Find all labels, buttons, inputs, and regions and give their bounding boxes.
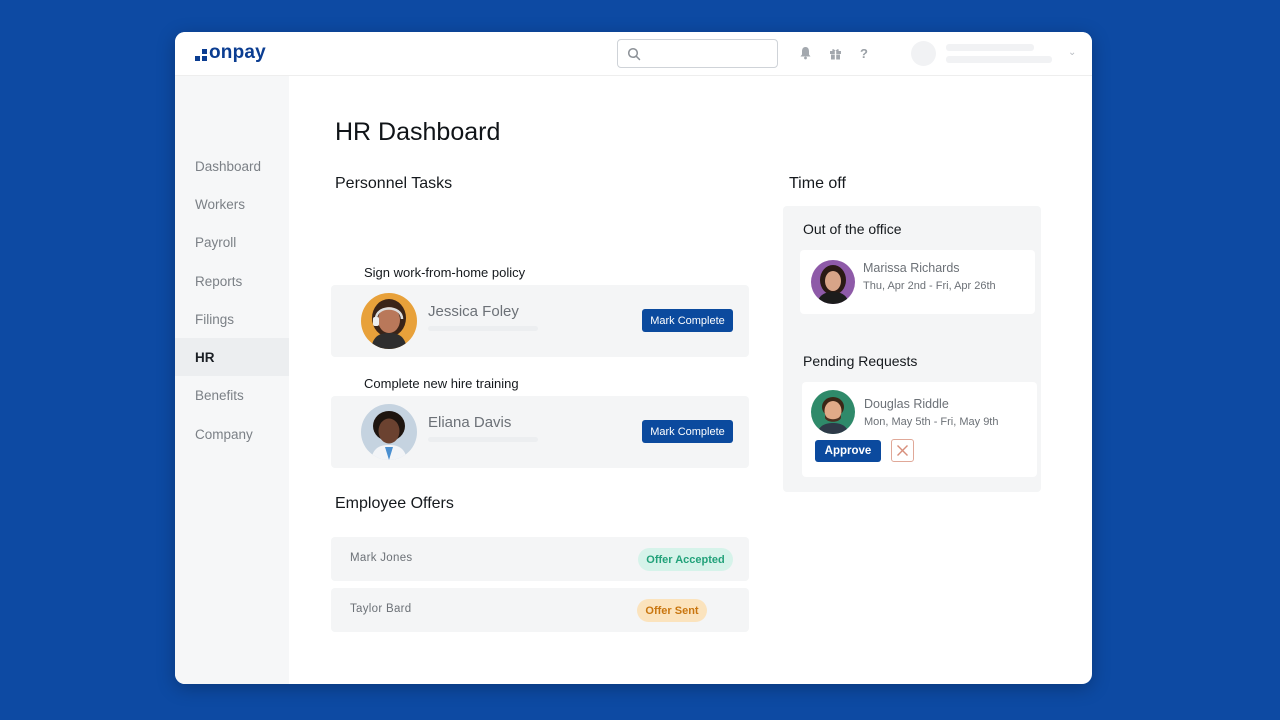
sidebar-item-hr[interactable]: HR xyxy=(175,338,289,376)
search-icon xyxy=(627,47,641,61)
chevron-down-icon[interactable]: ⌄ xyxy=(1068,47,1076,58)
mark-complete-button[interactable]: Mark Complete xyxy=(642,309,733,332)
offer-employee-name: Taylor Bard xyxy=(350,603,412,615)
close-icon xyxy=(897,445,908,456)
sidebar-item-company[interactable]: Company xyxy=(175,415,289,453)
pending-request-card: Douglas Riddle Mon, May 5th - Fri, May 9… xyxy=(802,382,1037,477)
avatar xyxy=(811,390,855,434)
task-label: Complete new hire training xyxy=(364,376,519,391)
status-badge: Offer Accepted xyxy=(638,548,733,571)
time-off-panel: Out of the office Marissa Richards Thu, … xyxy=(783,206,1041,492)
avatar xyxy=(811,260,855,304)
sidebar-item-payroll[interactable]: Payroll xyxy=(175,223,289,261)
pending-request-dates: Mon, May 5th - Fri, May 9th xyxy=(864,416,999,428)
offer-employee-name: Mark Jones xyxy=(350,552,413,564)
sidebar-item-reports[interactable]: Reports xyxy=(175,262,289,300)
task-assignee-subtitle-placeholder xyxy=(428,326,538,331)
sidebar-item-filings[interactable]: Filings xyxy=(175,300,289,338)
avatar xyxy=(361,404,417,460)
time-off-heading: Time off xyxy=(789,175,846,192)
out-of-office-heading: Out of the office xyxy=(803,221,902,237)
avatar xyxy=(361,293,417,349)
task-assignee-subtitle-placeholder xyxy=(428,437,538,442)
sidebar: Dashboard Workers Payroll Reports Filing… xyxy=(175,76,289,684)
out-of-office-dates: Thu, Apr 2nd - Fri, Apr 26th xyxy=(863,280,996,292)
mark-complete-button[interactable]: Mark Complete xyxy=(642,420,733,443)
bell-icon[interactable] xyxy=(797,45,813,61)
task-card: Eliana Davis Mark Complete xyxy=(331,396,749,468)
pending-request-name: Douglas Riddle xyxy=(864,397,949,411)
sidebar-item-workers[interactable]: Workers xyxy=(175,185,289,223)
user-avatar[interactable] xyxy=(911,41,936,66)
page-title: HR Dashboard xyxy=(335,118,501,146)
status-badge: Offer Sent xyxy=(637,599,707,622)
user-name-placeholder xyxy=(946,44,1034,51)
onpay-logo[interactable]: onpay xyxy=(195,42,266,64)
user-company-placeholder xyxy=(946,56,1052,63)
task-assignee-name: Jessica Foley xyxy=(428,303,519,320)
task-assignee-name: Eliana Davis xyxy=(428,414,512,431)
list-item[interactable]: Taylor Bard Offer Sent xyxy=(331,588,749,632)
deny-button[interactable] xyxy=(891,439,914,462)
search-input[interactable] xyxy=(617,39,778,68)
employee-offers-heading: Employee Offers xyxy=(335,495,454,512)
sidebar-item-benefits[interactable]: Benefits xyxy=(175,376,289,414)
approve-button[interactable]: Approve xyxy=(815,440,881,462)
out-of-office-name: Marissa Richards xyxy=(863,261,960,275)
task-label: Sign work-from-home policy xyxy=(364,265,526,280)
personnel-tasks-heading: Personnel Tasks xyxy=(335,175,453,192)
out-of-office-card: Marissa Richards Thu, Apr 2nd - Fri, Apr… xyxy=(800,250,1035,314)
help-icon[interactable]: ? xyxy=(856,45,872,61)
logo-text: onpay xyxy=(209,42,266,63)
app-window: onpay ? ⌄ Dashboard Workers Payroll Repo… xyxy=(175,32,1092,684)
gift-icon[interactable] xyxy=(827,45,843,61)
logo-mark-icon xyxy=(195,49,207,61)
task-card: Jessica Foley Mark Complete xyxy=(331,285,749,357)
sidebar-item-dashboard[interactable]: Dashboard xyxy=(175,147,289,185)
list-item[interactable]: Mark Jones Offer Accepted xyxy=(331,537,749,581)
pending-requests-heading: Pending Requests xyxy=(803,353,918,369)
top-bar: onpay ? ⌄ xyxy=(175,32,1092,76)
